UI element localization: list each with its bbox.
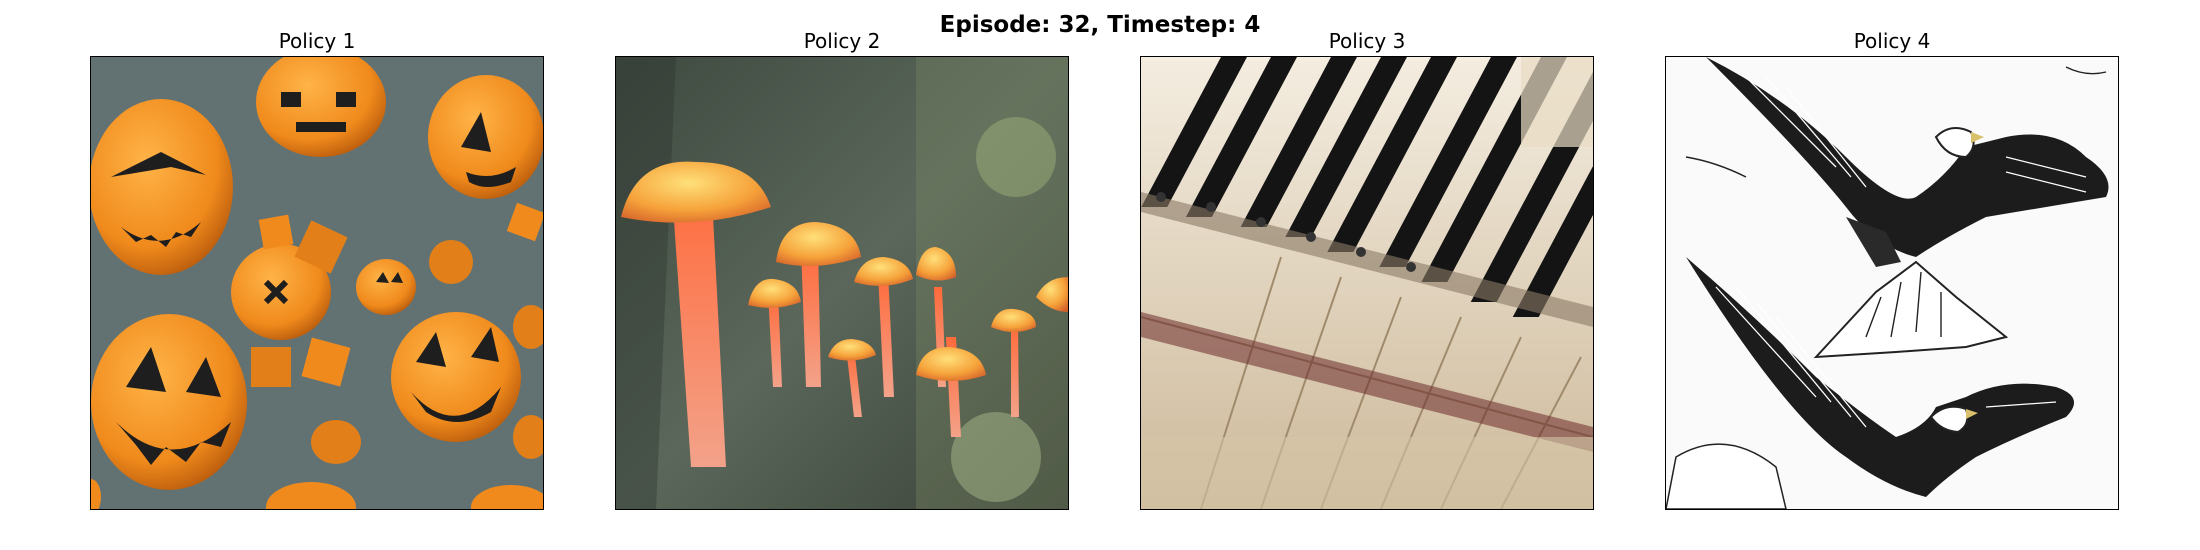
panel-policy-4: Policy 4 xyxy=(1665,26,2119,510)
panel-title-policy-1: Policy 1 xyxy=(278,29,356,53)
panel-title-policy-4: Policy 4 xyxy=(1853,29,1931,53)
eagles-sketch-image xyxy=(1665,56,2119,510)
panel-policy-2: Policy 2 xyxy=(615,26,1069,510)
piano-keys-image xyxy=(1140,56,1594,510)
panel-title-policy-3: Policy 3 xyxy=(1328,29,1406,53)
panel-policy-3: Policy 3 xyxy=(1140,26,1594,510)
glowing-mushrooms-image xyxy=(615,56,1069,510)
halloween-pumpkins-image xyxy=(90,56,544,510)
panel-title-policy-2: Policy 2 xyxy=(803,29,881,53)
panel-policy-1: Policy 1 xyxy=(90,26,544,510)
